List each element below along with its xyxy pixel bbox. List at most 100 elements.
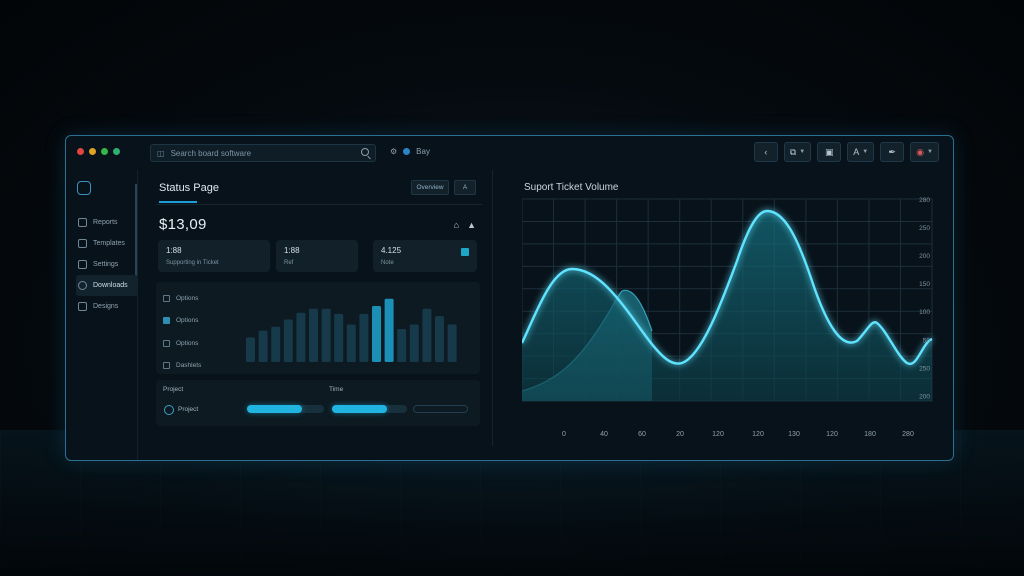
bar [321,308,331,362]
header-divider [156,204,482,205]
sidebar-item-designs[interactable]: Designs [76,296,138,317]
overview-button[interactable]: Overview [411,180,449,195]
sidebar-item-reports[interactable]: Reports [76,212,138,233]
user-icon[interactable]: ▲ [467,220,476,230]
bar [309,308,318,362]
bar [283,319,293,362]
stat-value: 1:88 [284,246,300,255]
window-icon: ▣ [824,146,834,157]
layout-button[interactable]: ▣ [817,142,842,162]
bar [435,316,444,362]
pen-icon: ✒ [888,146,896,157]
progress-bar[interactable] [332,405,407,413]
close-dot[interactable] [77,148,84,155]
titlebar: ◫ Search board software ⚙ Bay ‹ ⧉ ▼ ▣ A ▼ … [66,136,953,170]
bar [346,324,356,362]
progress-fill [247,405,303,413]
toolbar: ‹ ⧉ ▼ ▣ A ▼ ✒ ◉ ▼ [753,142,939,162]
extra-dot[interactable] [113,148,120,155]
list-icon [163,294,170,302]
chevron-down-icon: ▼ [862,149,869,155]
x-tick-label: 180 [864,431,876,438]
page-title: Status Page [159,182,219,194]
sidebar-item-settings[interactable]: Settings [76,254,138,275]
progress-header: Project [163,386,184,393]
y-tick-label: 200 [919,393,930,400]
legend-item[interactable]: Dashlets [163,355,201,378]
sidebar-item-label: Templates [93,240,125,247]
notifications-button[interactable]: ◉ ▼ [910,142,939,162]
chevron-left-icon: ‹ [764,147,768,157]
sidebar-item-label: Downloads [93,282,128,289]
home-icon[interactable]: ⌂ [454,220,459,230]
stat-card[interactable]: 1:88 Supporting in Ticket [158,240,270,272]
project-icon [164,405,174,415]
legend-label: Options [176,317,199,325]
back-button[interactable]: ‹ [753,142,778,162]
main-area [522,211,932,401]
document-icon [78,239,87,248]
font-icon: A [853,147,860,157]
x-tick-label: 120 [712,431,724,438]
progress-fill [332,405,387,413]
bar [384,298,394,362]
clock-icon [78,281,87,290]
search-icon[interactable] [361,148,369,156]
bar [271,326,281,362]
status-square-icon [461,248,469,256]
bar-chart [246,298,457,362]
window-controls [77,148,120,155]
minimize-dot[interactable] [89,148,96,155]
legend-label: Options [176,339,199,347]
copy-button[interactable]: ⧉ ▼ [783,142,812,162]
bar [397,328,407,362]
stat-label: Note [381,260,394,266]
sidebar-nav: Reports Templates Settings Downloads Des… [76,212,138,317]
sidebar-item-downloads[interactable]: Downloads [76,275,138,296]
location-indicator[interactable]: ⚙ Bay [390,147,430,156]
stat-value: 1:88 [166,246,182,255]
checkbox-icon [163,317,170,325]
title-underline [159,201,197,203]
x-tick-label: 60 [638,431,646,438]
person-icon [78,218,87,227]
bar [422,308,432,362]
sidebar: Reports Templates Settings Downloads Des… [66,170,138,460]
logo-icon [77,181,91,195]
y-tick-label: 100 [919,309,930,316]
maximize-dot[interactable] [101,148,108,155]
y-tick-label: 250 [919,225,930,232]
status-panel: Status Page Overview A $13,09 ⌂ ▲ 1:88 S… [156,170,482,460]
search-input[interactable]: ◫ Search board software [150,144,376,162]
sidebar-item-templates[interactable]: Templates [76,233,138,254]
font-button[interactable]: A ▼ [847,142,875,162]
profile-button[interactable]: A [454,180,476,195]
panel-divider [492,170,493,446]
x-tick-label: 130 [788,431,800,438]
bar [447,324,457,362]
x-tick-label: 40 [600,431,608,438]
calendar-icon [78,260,87,269]
legend-label: Options [176,294,199,302]
bar-legend: Options Options Options Dashlets [163,287,201,377]
stat-card[interactable]: 4.125 Note [373,240,477,272]
y-tick-label: 200 [919,253,930,260]
settings-icon: ⚙ [390,147,398,156]
y-tick-label: 50 [923,337,931,344]
legend-item[interactable]: Options [163,287,201,310]
stat-card[interactable]: 1:88 Ref [276,240,358,272]
sidebar-item-label: Designs [93,303,119,310]
edit-button[interactable]: ✒ [880,142,905,162]
stat-label: Supporting in Ticket [166,260,219,266]
status-dot-icon [403,148,411,155]
sidebar-item-label: Reports [93,219,118,226]
bell-icon: ◉ [916,146,925,157]
legend-item[interactable]: Options [163,332,201,355]
x-tick-label: 120 [752,431,764,438]
progress-bar[interactable] [413,405,468,413]
bar [246,337,255,362]
legend-label: Dashlets [176,362,202,370]
legend-item[interactable]: Options [163,310,201,333]
y-tick-label: 150 [919,281,930,288]
progress-bar[interactable] [247,405,324,413]
